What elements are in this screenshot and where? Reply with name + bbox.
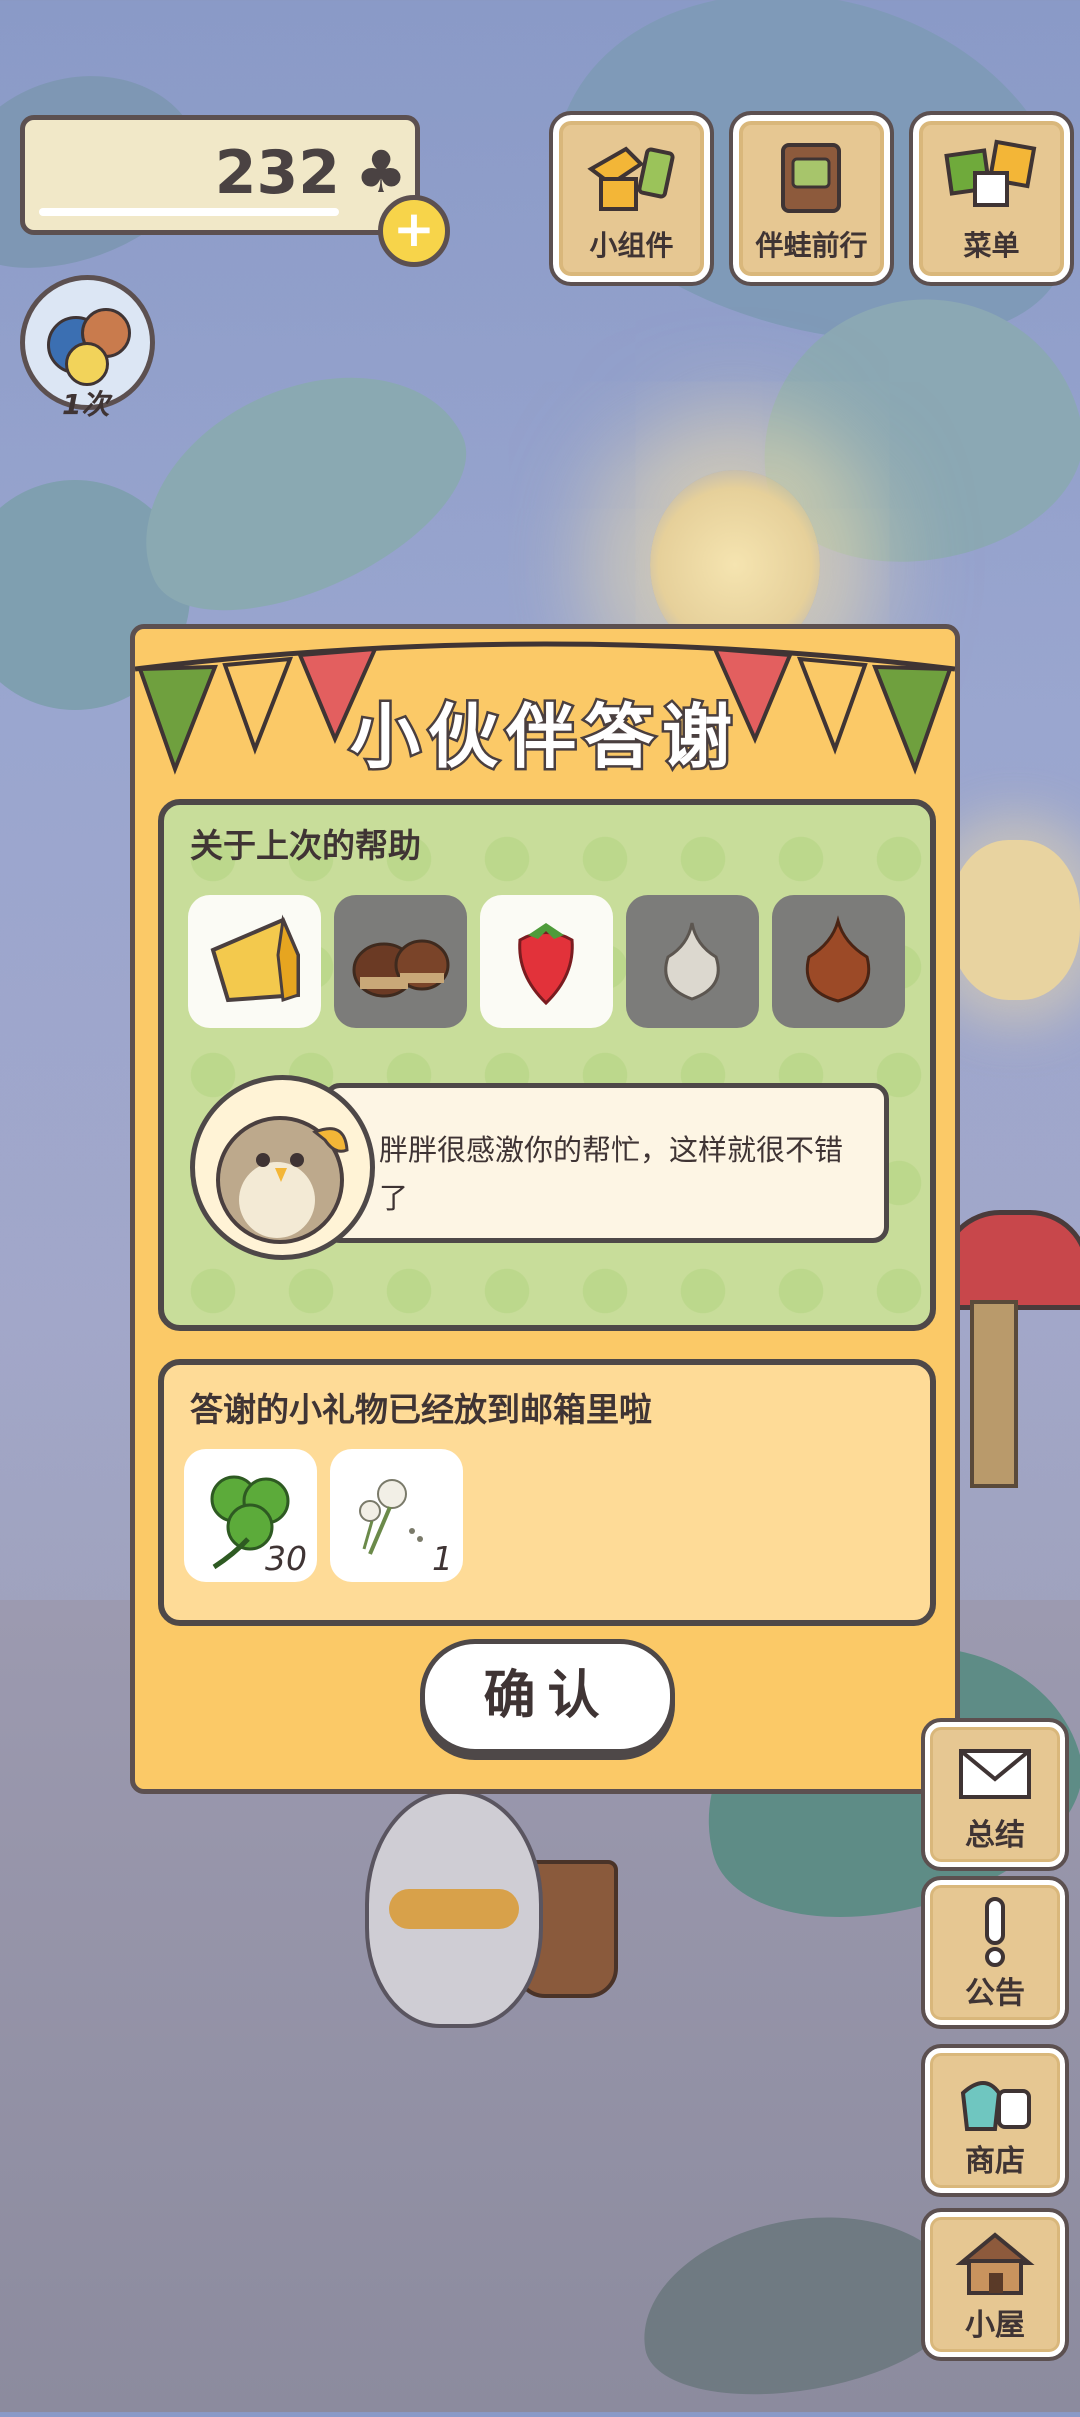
gift-clover: 30 [184,1449,317,1582]
gift-dandelion-quantity: 1 [432,1539,453,1578]
house-icon [955,2232,1035,2295]
gift-heading: 答谢的小礼物已经放到邮箱里啦 [190,1390,652,1429]
visitor-icon [65,342,109,386]
lantern [950,840,1080,1000]
help-heading: 关于上次的帮助 [190,826,421,865]
item-strawberry [480,895,613,1028]
menu-button[interactable]: 菜单 [909,111,1074,286]
menu-cards-icon [944,139,1037,207]
gift-section: 答谢的小礼物已经放到邮箱里啦 30 1 [158,1359,936,1626]
clover-counter: 232 ♣ [20,115,420,235]
house-button[interactable]: 小屋 [921,2208,1069,2361]
thanks-dialog: 小伙伴答谢 关于上次的帮助 胖胖很感激你的帮忙，这样就很不错了 答谢的小礼物已经… [130,624,960,1794]
journey-button[interactable]: 伴蛙前行 [729,111,894,286]
letter-icon [959,1749,1031,1799]
mailbox-post [970,1300,1018,1488]
item-onion [772,895,905,1028]
onion-icon [805,915,871,1003]
shop-button[interactable]: 商店 [921,2044,1069,2197]
cheese-icon [210,914,300,1003]
item-chestnut [334,895,467,1028]
widget-icon [587,146,675,211]
gift-clover-quantity: 30 [265,1539,307,1578]
dialog-title: 小伙伴答谢 [348,694,740,781]
menu-button-label: 菜单 [963,229,1020,262]
help-section: 关于上次的帮助 胖胖很感激你的帮忙，这样就很不错了 [158,799,936,1331]
summary-button-label: 总结 [965,1818,1025,1853]
hamster-scarf [389,1889,519,1929]
counter-highlight [39,208,339,216]
exclamation-icon [985,1897,1005,1967]
hamster-character[interactable] [365,1790,543,2028]
visitor-count: 1次 [62,388,110,421]
journey-button-label: 伴蛙前行 [755,229,868,262]
strawberry-icon [518,923,574,1006]
notice-button[interactable]: 公告 [921,1876,1069,2029]
owl-friend-portrait [190,1075,375,1260]
add-clover-button[interactable]: + [378,195,450,267]
shop-button-label: 商店 [965,2144,1025,2179]
clover-count: 232 [214,138,340,208]
mailbox [940,1210,1080,1310]
item-cheese [188,895,321,1028]
thanks-message-bubble: 胖胖很感激你的帮忙，这样就很不错了 [324,1083,889,1243]
widget-button[interactable]: 小组件 [549,111,714,286]
journey-book-icon [781,143,841,213]
item-garlic [626,895,759,1028]
widget-button-label: 小组件 [589,229,674,262]
notice-button-label: 公告 [965,1976,1025,2011]
chestnut-icon [352,939,450,998]
garlic-icon [664,922,720,1001]
owl-icon [216,1116,349,1244]
house-button-label: 小屋 [965,2308,1025,2343]
clover-icon: ♣ [355,138,407,206]
shop-bags-icon [960,2081,1031,2131]
summary-button[interactable]: 总结 [921,1718,1069,1871]
gift-dandelion: 1 [330,1449,463,1582]
thanks-message: 胖胖很感激你的帮忙，这样就很不错了 [379,1133,844,1215]
confirm-button[interactable]: 确认 [420,1639,675,1754]
